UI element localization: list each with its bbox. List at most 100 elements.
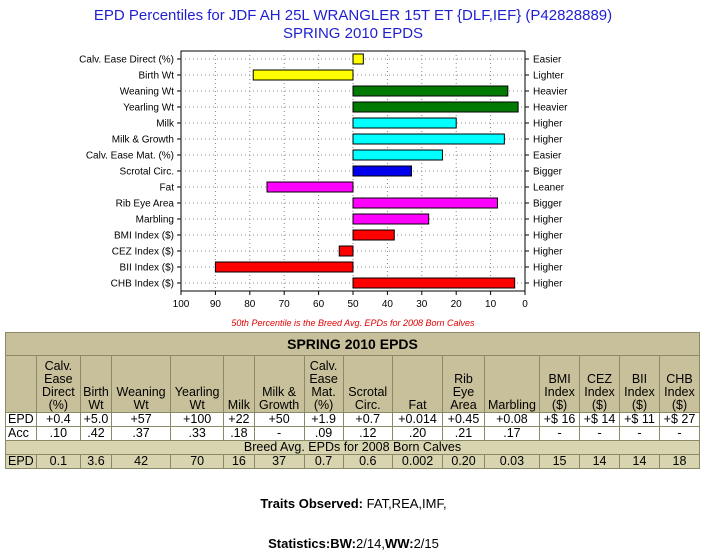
direction-label: Easier [533,151,562,162]
x-tick-label: 80 [244,299,256,310]
traits-label: Traits Observed: [260,496,364,511]
x-tick-label: 70 [279,299,291,310]
bar-14 [352,277,516,289]
stats-label: Statistics: [268,536,331,551]
bar-12 [338,245,354,257]
bar-4 [352,117,457,129]
column-header: BMI Index ($) [539,355,581,413]
epd-cell: +0.4 [35,412,82,427]
table-row-epd: EPD +0.4 +5.0 +57 +100 +22 +50 +1.9 +0.7 +0.014 +… [5,412,701,427]
epd-cell: +$ 11 [619,412,660,427]
acc-cell: .42 [80,426,112,441]
bar-2 [352,85,509,97]
epd-cell: +$ 14 [579,412,620,427]
breed-avg-cell: 0.03 [483,454,541,469]
epd-cell: +0.08 [483,412,541,427]
column-header: Yearling Wt [170,355,225,413]
category-label: BMI Index ($) [114,231,174,242]
direction-label: Higher [533,263,563,274]
category-label: Weaning Wt [120,87,175,98]
direction-label: Bigger [533,167,563,178]
acc-cell: .33 [170,426,225,441]
bar-7 [352,165,412,177]
epd-cell: +5.0 [80,412,112,427]
category-label: Marbling [136,215,174,226]
acc-cell: - [658,426,701,441]
direction-label: Leaner [533,183,565,194]
epd-cell: +22 [223,412,255,427]
column-header: CHB Index ($) [658,355,701,413]
column-header: CEZ Index ($) [579,355,620,413]
chart-title: EPD Percentiles for JDF AH 25L WRANGLER … [94,7,612,24]
acc-cell: - [579,426,620,441]
bar-13 [214,261,354,273]
category-label: Birth Wt [138,71,174,82]
breed-avg-cell: 14 [619,454,660,469]
direction-label: Higher [533,279,563,290]
direction-label: Lighter [533,71,564,82]
row-label-avg: EPD [5,454,37,469]
acc-cell: - [619,426,660,441]
column-header: Calv. Ease Direct (%) [35,355,82,413]
breed-avg-cell: 0.1 [35,454,82,469]
direction-label: Higher [533,247,563,258]
category-label: Calv. Ease Direct (%) [79,55,174,66]
column-header: BII Index ($) [619,355,660,413]
epd-cell: +0.7 [342,412,393,427]
breed-avg-cell: 14 [579,454,620,469]
epd-cell: +0.45 [442,412,485,427]
breed-avg-cell: 0.7 [303,454,344,469]
breed-avg-cell: 0.002 [391,454,444,469]
table-header-row: Calv. Ease Direct (%) Birth Wt Weaning Wt Y… [5,355,701,413]
category-label: BII Index ($) [120,263,174,274]
direction-label: Heavier [533,87,568,98]
category-label: CHB Index ($) [111,279,174,290]
breed-avg-cell: 0.20 [442,454,485,469]
column-header: Fat [391,355,444,413]
table-row-acc: Acc .10.42.37.33.18- .09.12.20.21.17- - - - [5,426,701,441]
stats-ww-label: WW: [384,536,414,551]
acc-cell: .12 [342,426,393,441]
epd-cell: +$ 16 [539,412,581,427]
acc-cell: - [253,426,305,441]
x-tick-label: 50 [347,299,359,310]
column-header: Milk & Growth [253,355,305,413]
acc-cell: .09 [303,426,344,441]
chart-note: 50th Percentile is the Breed Avg. EPDs f… [231,318,475,328]
x-tick-labels: 100 90 80 70 60 50 40 30 20 10 0 [173,299,529,310]
epd-percentile-chart: EPD Percentiles for JDF AH 25L WRANGLER … [79,7,612,328]
table-row-breed-avg: EPD 0.1 3.6 42 70 16 37 0.7 0.6 0.002 0.20 0.03 15 1… [5,454,701,469]
x-tick-label: 0 [522,299,528,310]
direction-label: Higher [533,215,563,226]
bar-3 [352,101,519,113]
epd-table-container: SPRING 2010 EPDS Calv. Ease Direct (%) Bi… [5,332,701,469]
direction-label: Higher [533,135,563,146]
bar-9 [352,197,498,209]
avg-title: Breed Avg. EPDs for 2008 Born Calves [5,440,700,455]
acc-cell: .37 [110,426,172,441]
table-avg-title-row: Breed Avg. EPDs for 2008 Born Calves [5,440,700,455]
category-label: Milk & Growth [112,135,174,146]
x-tick-label: 60 [313,299,325,310]
breed-avg-cell: 37 [253,454,305,469]
direction-label: Easier [533,55,562,66]
column-header: Rib Eye Area [442,355,485,413]
column-header: Birth Wt [80,355,112,413]
bar-1 [252,69,354,81]
acc-cell: .20 [391,426,444,441]
bar-8 [266,181,354,193]
breed-avg-cell: 3.6 [80,454,112,469]
x-tick-label: 20 [451,299,463,310]
direction-label: Higher [533,231,563,242]
bar-0 [352,53,364,65]
epd-cell: +50 [253,412,305,427]
category-label: CEZ Index ($) [112,247,174,258]
traits-line: Traits Observed: FAT,REA,IMF, [0,496,707,511]
category-label: Calv. Ease Mat. (%) [86,151,174,162]
epd-cell: +0.014 [391,412,444,427]
breed-avg-cell: 42 [110,454,172,469]
category-label: Rib Eye Area [116,199,175,210]
acc-cell: .21 [442,426,485,441]
epd-cell: +1.9 [303,412,344,427]
x-tick-label: 100 [173,299,190,310]
